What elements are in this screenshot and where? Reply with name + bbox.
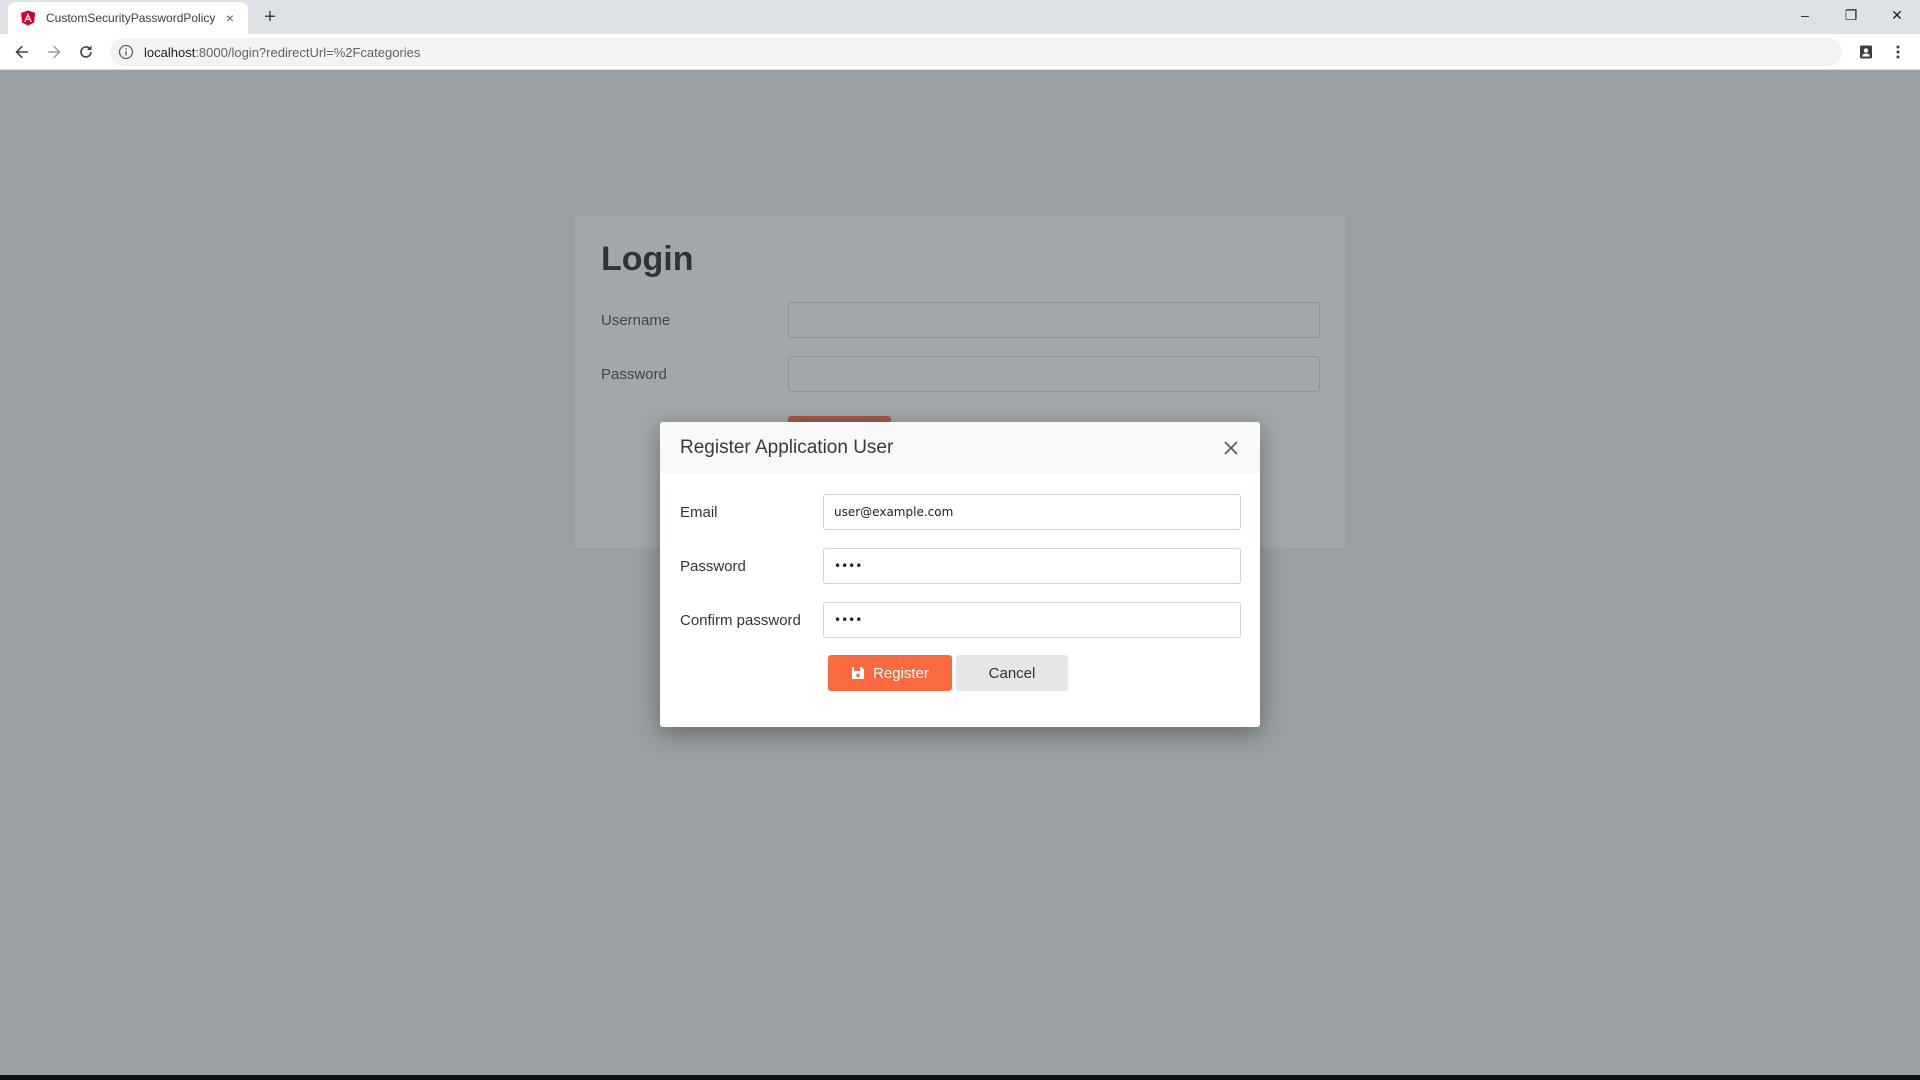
modal-title: Register Application User [680, 437, 894, 458]
angular-favicon-icon [20, 10, 36, 26]
minimize-button[interactable]: – [1782, 0, 1828, 30]
password-input [788, 356, 1320, 392]
forward-arrow-icon[interactable] [42, 40, 66, 64]
password-field[interactable] [823, 548, 1241, 584]
info-icon[interactable] [118, 44, 134, 60]
address-bar[interactable]: localhost:8000/login?redirectUrl=%2Fcate… [110, 38, 1842, 66]
bottom-edge [0, 1075, 1920, 1080]
confirm-password-label: Confirm password [680, 612, 801, 629]
email-field[interactable] [823, 494, 1241, 530]
browser-toolbar: localhost:8000/login?redirectUrl=%2Fcate… [0, 34, 1920, 70]
cancel-button[interactable]: Cancel [956, 655, 1068, 691]
password-label: Password [601, 366, 667, 383]
register-label: Register [873, 664, 929, 682]
restore-button[interactable]: ❐ [1828, 0, 1874, 30]
browser-tab-bar: CustomSecurityPasswordPolicy × + – ❐ ✕ [0, 0, 1920, 34]
window-controls: – ❐ ✕ [1782, 0, 1920, 30]
tab-title: CustomSecurityPasswordPolicy [46, 11, 216, 25]
profile-icon[interactable] [1854, 40, 1878, 64]
back-arrow-icon[interactable] [10, 40, 34, 64]
browser-tab[interactable]: CustomSecurityPasswordPolicy × [8, 2, 248, 34]
username-input [788, 302, 1320, 338]
url-host: localhost [144, 44, 196, 60]
register-button[interactable]: Register [828, 655, 952, 691]
new-tab-button[interactable]: + [258, 5, 282, 29]
password-label: Password [680, 558, 746, 575]
login-title: Login [601, 240, 694, 278]
save-icon [851, 666, 865, 680]
email-label: Email [680, 504, 718, 521]
username-label: Username [601, 312, 671, 329]
close-icon[interactable] [1222, 439, 1240, 457]
modal-header: Register Application User [660, 422, 1260, 474]
confirm-password-field[interactable] [823, 602, 1241, 638]
reload-icon[interactable] [74, 40, 98, 64]
menu-dots-icon[interactable] [1886, 40, 1910, 64]
tab-close-icon[interactable]: × [222, 10, 238, 26]
window-close-button[interactable]: ✕ [1874, 0, 1920, 30]
register-modal: Register Application User Email Password… [660, 422, 1260, 727]
url-path: :8000/login?redirectUrl=%2Fcategories [195, 44, 421, 60]
